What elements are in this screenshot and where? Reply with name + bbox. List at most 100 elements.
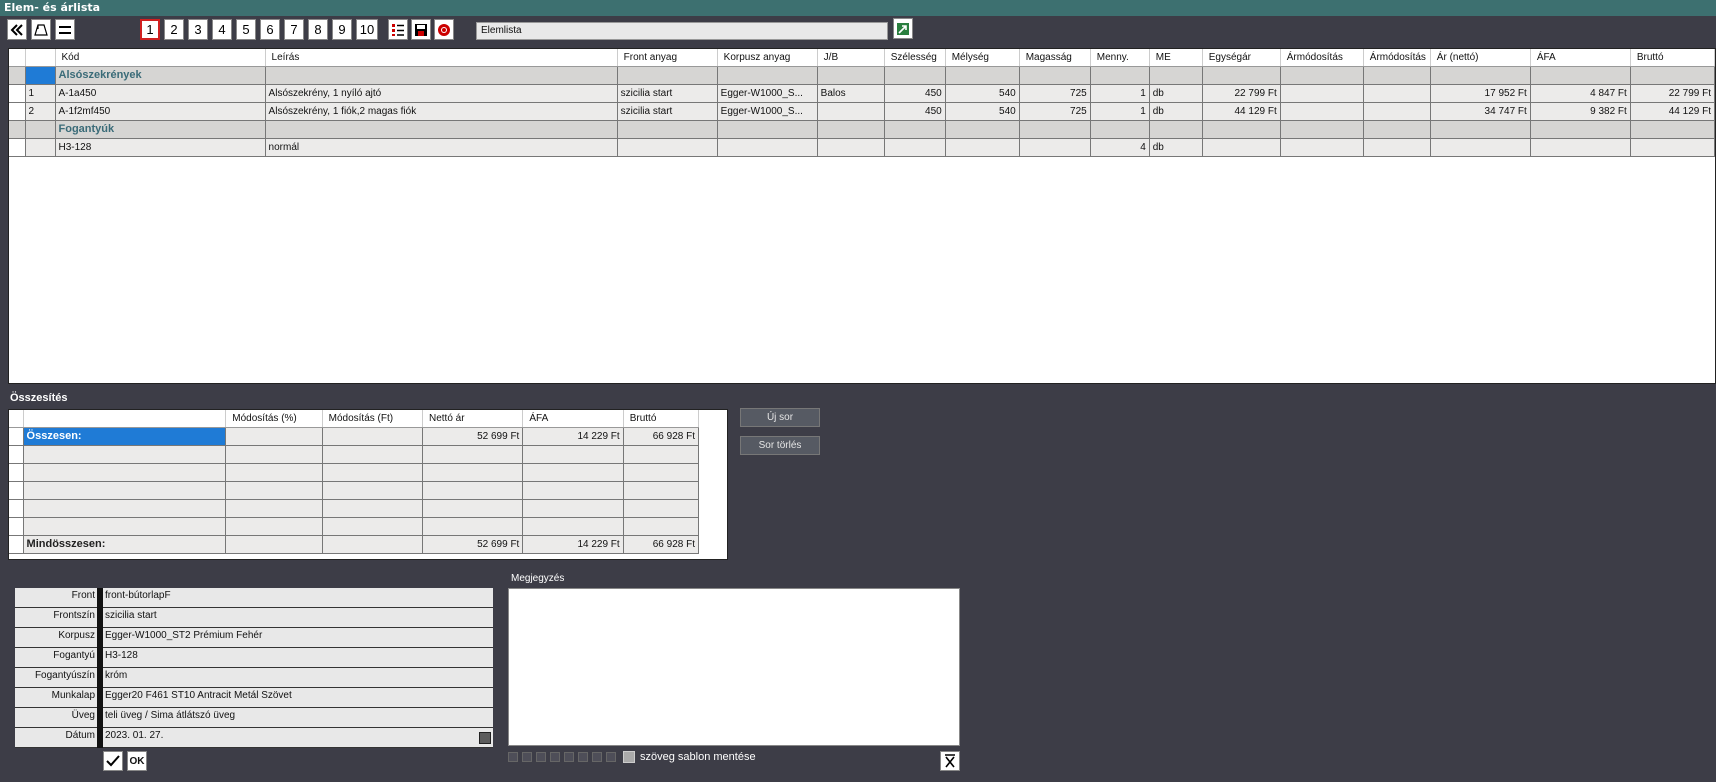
property-value[interactable]: front-bútorlapF [103, 588, 493, 608]
summary-cell[interactable] [225, 444, 323, 464]
summary-cell[interactable]: 66 928 Ft [622, 534, 700, 554]
summary-cell[interactable] [622, 516, 700, 536]
template-slot[interactable] [606, 752, 616, 762]
summary-cell[interactable] [522, 516, 624, 536]
table-cell[interactable]: 44 129 Ft [1629, 101, 1715, 121]
template-slot[interactable] [536, 752, 546, 762]
double-chevron-left-icon[interactable] [7, 19, 27, 40]
table-cell[interactable]: 450 [883, 83, 946, 103]
table-cell[interactable] [816, 137, 885, 157]
column-header[interactable]: Korpusz anyag [717, 49, 818, 67]
summary-cell[interactable] [522, 462, 624, 482]
row-selector[interactable] [9, 101, 26, 121]
property-value[interactable]: Egger-W1000_ST2 Prémium Fehér [103, 628, 493, 648]
table-cell[interactable] [944, 119, 1020, 139]
summary-grid[interactable]: Módosítás (%) Módosítás (Ft) Nettó ár ÁFA Br… [8, 409, 728, 560]
template-slot[interactable] [508, 752, 518, 762]
summary-cell[interactable] [321, 516, 423, 536]
column-header[interactable]: ÁFA [1530, 49, 1631, 67]
table-cell[interactable]: 17 952 Ft [1429, 83, 1531, 103]
table-cell[interactable]: db [1148, 137, 1203, 157]
table-cell[interactable] [1429, 119, 1531, 139]
table-cell[interactable]: szicilia start [616, 101, 718, 121]
row-selector[interactable] [9, 426, 24, 446]
summary-cell[interactable] [225, 426, 323, 446]
page-button-7[interactable]: 7 [284, 19, 304, 40]
table-cell[interactable] [1529, 119, 1631, 139]
table-cell[interactable]: normál [264, 137, 618, 157]
table-cell[interactable] [1629, 65, 1715, 85]
table-row[interactable]: H3-128 normál 4 db [9, 137, 1715, 157]
table-cell[interactable] [1429, 137, 1531, 157]
summary-cell[interactable] [225, 462, 323, 482]
row-selector[interactable] [9, 534, 24, 554]
empty-summary-row[interactable] [9, 516, 700, 536]
equals-icon[interactable] [55, 19, 75, 40]
page-button-1[interactable]: 1 [140, 19, 160, 40]
table-cell[interactable]: 1 [1089, 101, 1150, 121]
item-grid[interactable]: Kód Leírás Front anyag Korpusz anyag J/B Szél… [8, 48, 1716, 384]
total-row[interactable]: Összesen: 52 699 Ft 14 229 Ft 66 928 Ft [9, 426, 700, 446]
table-cell[interactable]: Alsószekrények [54, 65, 266, 85]
column-header[interactable]: Leírás [265, 49, 618, 67]
table-cell[interactable] [1362, 101, 1431, 121]
summary-cell[interactable] [622, 480, 700, 500]
empty-summary-row[interactable] [9, 462, 700, 482]
table-cell[interactable]: Egger-W1000_S... [716, 101, 818, 121]
table-cell[interactable] [1279, 101, 1364, 121]
row-selector[interactable] [9, 83, 26, 103]
table-cell[interactable]: 34 747 Ft [1429, 101, 1531, 121]
checkmark-icon[interactable] [103, 751, 123, 771]
table-cell[interactable]: A-1f2mf450 [54, 101, 266, 121]
summary-cell[interactable] [321, 534, 423, 554]
summary-cell[interactable] [622, 498, 700, 518]
table-cell[interactable] [616, 137, 718, 157]
table-cell[interactable] [1279, 119, 1364, 139]
template-slot[interactable] [522, 752, 532, 762]
table-cell[interactable] [1089, 65, 1150, 85]
summary-cell[interactable] [321, 426, 423, 446]
clear-icon[interactable] [940, 751, 960, 771]
property-value[interactable]: teli üveg / Sima átlátszó üveg [103, 708, 493, 728]
table-cell[interactable]: 725 [1018, 83, 1091, 103]
summary-cell[interactable] [522, 480, 624, 500]
summary-cell[interactable] [522, 444, 624, 464]
table-cell[interactable] [1018, 137, 1091, 157]
summary-cell[interactable]: 52 699 Ft [421, 426, 524, 446]
grand-total-row[interactable]: Mindösszesen: 52 699 Ft 14 229 Ft 66 928 Ft [9, 534, 700, 554]
summary-cell[interactable] [421, 516, 524, 536]
summary-cell[interactable] [421, 480, 524, 500]
row-selector[interactable] [9, 65, 26, 85]
page-button-4[interactable]: 4 [212, 19, 232, 40]
list-icon[interactable] [388, 19, 408, 40]
table-cell[interactable] [883, 65, 946, 85]
column-header[interactable]: Menny. [1090, 49, 1150, 67]
table-cell[interactable]: db [1148, 83, 1203, 103]
table-cell[interactable]: 22 799 Ft [1201, 83, 1281, 103]
table-cell[interactable] [1201, 119, 1281, 139]
table-cell[interactable]: 540 [944, 101, 1020, 121]
table-cell[interactable] [616, 119, 718, 139]
table-cell[interactable]: Balos [816, 83, 885, 103]
table-cell[interactable] [1362, 65, 1431, 85]
summary-cell[interactable] [421, 498, 524, 518]
table-cell[interactable]: 9 382 Ft [1529, 101, 1631, 121]
table-cell[interactable] [264, 65, 618, 85]
table-cell[interactable] [816, 101, 885, 121]
table-cell[interactable] [1629, 137, 1715, 157]
table-cell[interactable] [1279, 65, 1364, 85]
summary-cell[interactable]: 66 928 Ft [622, 426, 700, 446]
column-header[interactable]: Front anyag [617, 49, 718, 67]
column-header[interactable]: J/B [817, 49, 885, 67]
table-cell[interactable] [1629, 119, 1715, 139]
calendar-icon[interactable] [479, 732, 491, 744]
table-cell[interactable] [1018, 119, 1091, 139]
table-cell[interactable] [1148, 119, 1203, 139]
table-cell[interactable] [716, 119, 818, 139]
page-button-2[interactable]: 2 [164, 19, 184, 40]
ok-button[interactable]: OK [127, 751, 147, 771]
table-cell[interactable]: Alsószekrény, 1 nyíló ajtó [264, 83, 618, 103]
empty-summary-row[interactable] [9, 498, 700, 518]
table-cell[interactable] [1201, 65, 1281, 85]
summary-cell[interactable]: 14 229 Ft [522, 426, 624, 446]
